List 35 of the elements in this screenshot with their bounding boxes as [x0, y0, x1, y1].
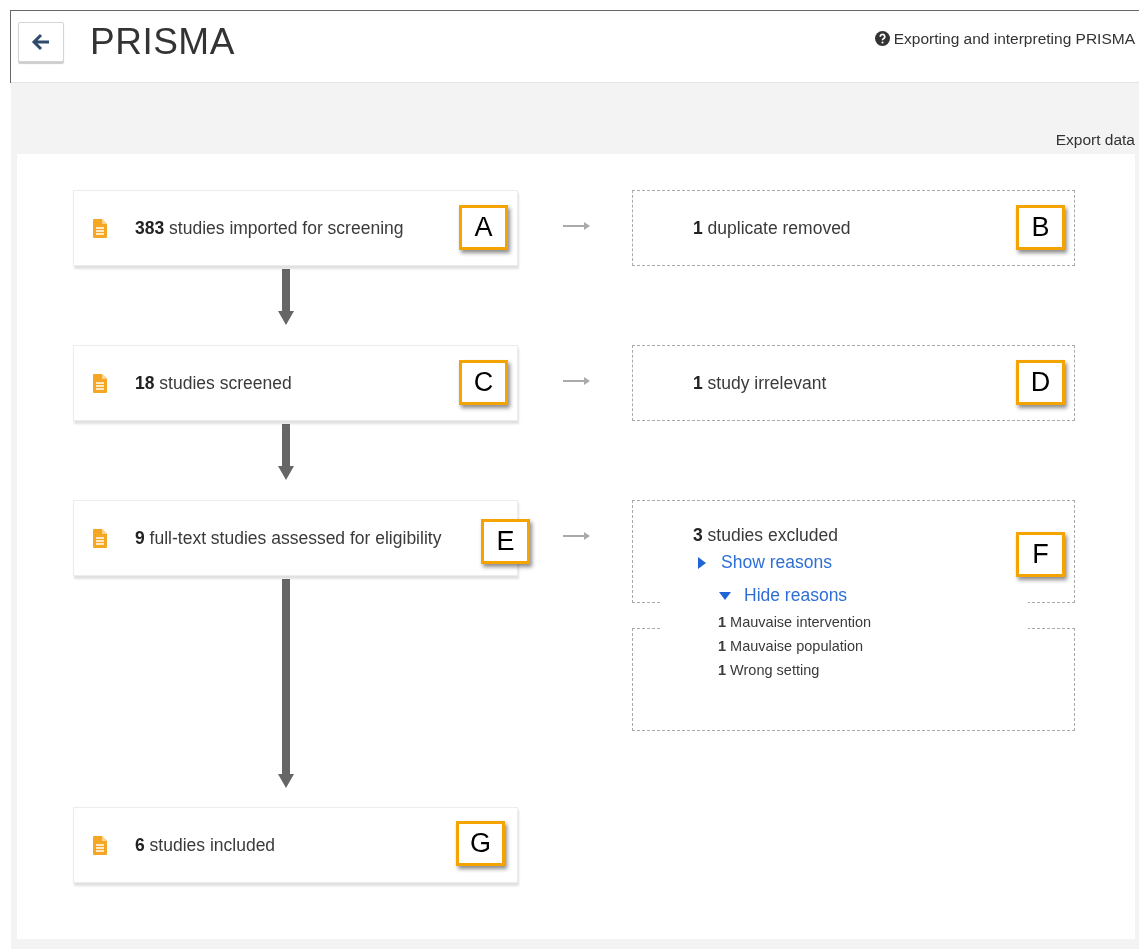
stage-text: 9 full-text studies assessed for eligibility — [135, 527, 442, 549]
callout-label: A — [459, 205, 508, 250]
outcome-text: 1 study irrelevant — [693, 372, 827, 394]
down-arrow-icon — [278, 266, 294, 326]
stage-text: 6 studies included — [135, 834, 276, 856]
right-arrow-icon — [563, 377, 590, 385]
reason-text: 1 Mauvaise population — [718, 637, 865, 656]
outcome-text: 3 studies excluded — [693, 525, 838, 546]
help-icon — [874, 31, 890, 46]
reason-text: 1 Mauvaise intervention — [718, 613, 873, 632]
callout-label: C — [459, 360, 508, 405]
document-icon — [93, 835, 107, 855]
reasons-toggle[interactable]: Hide reasons — [719, 585, 848, 606]
callout-label: F — [1016, 532, 1065, 577]
right-arrow-icon — [563, 222, 590, 230]
page-title: PRISMA — [90, 20, 235, 63]
export-data-link[interactable]: Export data — [1055, 131, 1135, 148]
back-arrow-icon — [31, 32, 51, 51]
callout-label: E — [481, 519, 530, 564]
outcome-text: 1 duplicate removed — [693, 217, 851, 239]
right-arrow-icon — [563, 532, 590, 540]
down-arrow-icon — [278, 576, 294, 789]
back-button[interactable] — [18, 21, 64, 62]
document-icon — [93, 218, 107, 238]
stage-text: 383 studies imported for screening — [135, 217, 404, 239]
stage-text: 18 studies screened — [135, 372, 292, 394]
document-icon — [93, 373, 107, 393]
help-link[interactable]: Exporting and interpreting PRISMA — [874, 29, 1135, 48]
callout-label: B — [1016, 205, 1065, 250]
callout-label: G — [456, 821, 505, 866]
down-arrow-icon — [278, 421, 294, 481]
reasons-toggle[interactable]: Show reasons — [696, 552, 832, 573]
callout-label: D — [1016, 360, 1065, 405]
document-icon — [93, 528, 107, 548]
reason-text: 1 Wrong setting — [718, 661, 821, 680]
